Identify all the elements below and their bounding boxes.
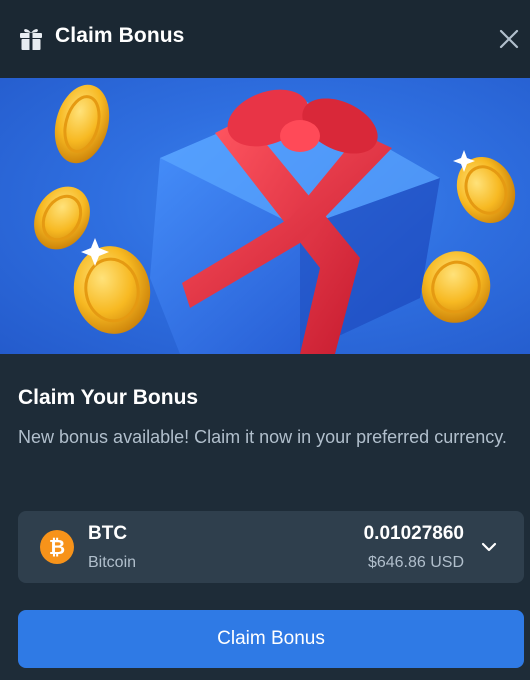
- gift-box-illustration: [34, 84, 516, 354]
- claim-bonus-button[interactable]: Claim Bonus: [18, 610, 524, 668]
- claim-bonus-modal: Claim Bonus Claim Your Bonus New bonus a…: [0, 0, 530, 680]
- modal-header: Claim Bonus: [0, 0, 530, 78]
- currency-select[interactable]: ₿ BTC Bitcoin 0.01027860 $646.86 USD: [18, 511, 524, 583]
- bonus-banner-image: [0, 78, 530, 354]
- bonus-usd-value: $646.86 USD: [367, 554, 464, 571]
- bitcoin-icon: ₿: [40, 530, 74, 564]
- modal-title: Claim Bonus: [55, 24, 185, 47]
- currency-symbol: BTC: [88, 523, 128, 544]
- bonus-heading: Claim Your Bonus: [18, 386, 199, 409]
- close-icon[interactable]: [497, 27, 521, 51]
- svg-text:₿: ₿: [49, 537, 65, 559]
- currency-name: Bitcoin: [88, 554, 137, 571]
- chevron-down-icon[interactable]: [480, 538, 498, 556]
- bonus-description: New bonus available! Claim it now in you…: [18, 427, 507, 447]
- gift-icon: [20, 29, 42, 50]
- bonus-amount: 0.01027860: [363, 523, 464, 544]
